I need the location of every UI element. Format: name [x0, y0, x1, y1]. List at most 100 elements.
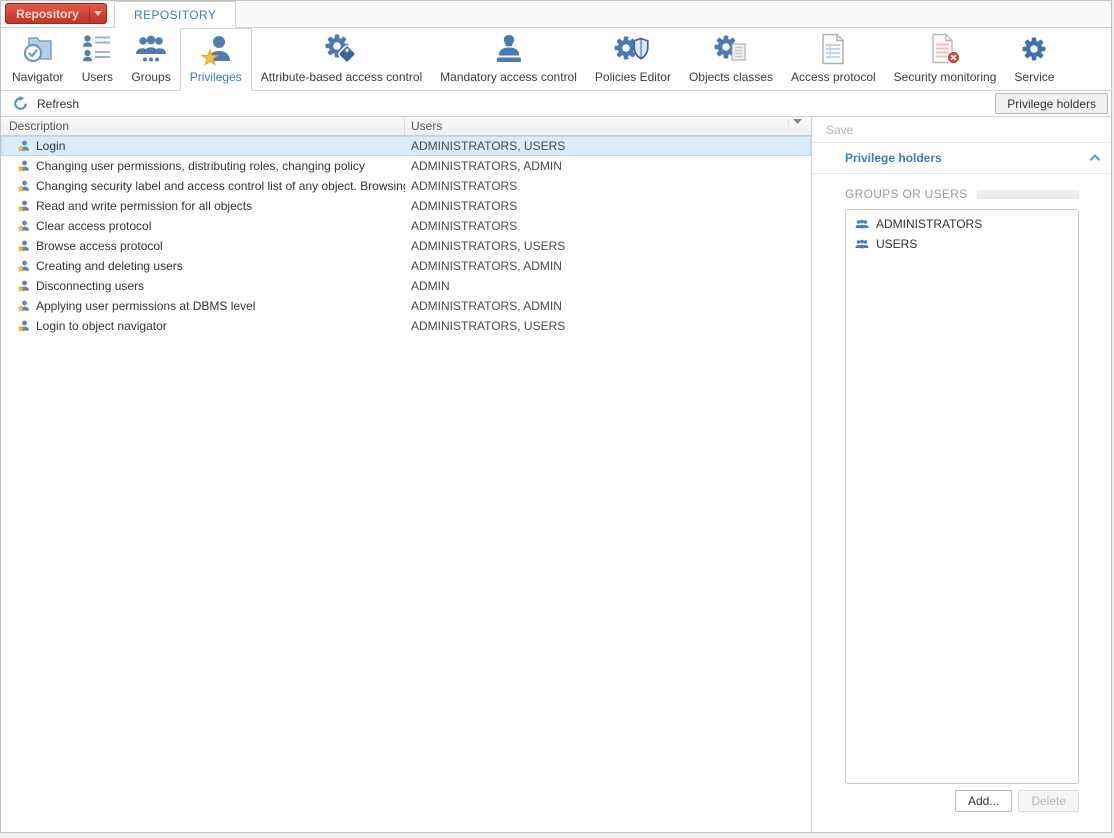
ribbon-item-label: Access protocol: [791, 70, 876, 84]
privilege-description: Clear access protocol: [36, 219, 151, 233]
chevron-up-icon: [1089, 154, 1101, 162]
group-icon: [855, 219, 869, 230]
privilege-description: Applying user permissions at DBMS level: [36, 299, 255, 313]
column-header-users-label: Users: [411, 119, 788, 133]
repository-menu-button[interactable]: Repository: [5, 3, 107, 24]
refresh-button[interactable]: Refresh: [9, 94, 83, 113]
privilege-icon: [17, 240, 30, 253]
save-button-label: Save: [826, 123, 853, 137]
ribbon-item-label: Mandatory access control: [440, 70, 577, 84]
main-content: Description Users Login ADMINISTRATORS, …: [1, 117, 1111, 833]
privilege-description: Login to object navigator: [36, 319, 167, 333]
ribbon-item-privileges[interactable]: Privileges: [180, 28, 252, 91]
application-window: Repository REPOSITORY Navigator: [0, 0, 1112, 833]
privilege-users: ADMINISTRATORS, USERS: [405, 139, 811, 153]
chevron-down-icon[interactable]: [89, 6, 106, 21]
table-row[interactable]: Read and write permission for all object…: [1, 196, 811, 216]
ribbon-item-label: Navigator: [12, 70, 63, 84]
privilege-users: ADMINISTRATORS, ADMIN: [405, 159, 811, 173]
members-listbox[interactable]: ADMINISTRATORS USERS: [845, 209, 1079, 784]
table-row[interactable]: Applying user permissions at DBMS level …: [1, 296, 811, 316]
users-column-menu-button[interactable]: [788, 119, 805, 124]
privilege-icon: [17, 260, 30, 273]
privilege-holders-section-header[interactable]: Privilege holders: [812, 143, 1111, 174]
privilege-icon: [17, 220, 30, 233]
ribbon-item-users[interactable]: Users: [72, 28, 122, 90]
section-divider-bar: [977, 190, 1079, 199]
ribbon-item-groups[interactable]: Groups: [122, 28, 179, 90]
privilege-users: ADMINISTRATORS: [405, 199, 811, 213]
privilege-holders-toggle-button[interactable]: Privilege holders: [995, 93, 1108, 114]
privilege-description: Changing security label and access contr…: [36, 179, 405, 193]
ribbon-item-navigator[interactable]: Navigator: [3, 28, 72, 90]
ribbon-item-label: Groups: [131, 70, 170, 84]
privilege-description: Changing user permissions, distributing …: [36, 159, 365, 173]
ribbon-item-label: Objects classes: [689, 70, 773, 84]
privilege-users: ADMINISTRATORS: [405, 219, 811, 233]
ribbon-item-mandatory-access-control[interactable]: Mandatory access control: [431, 28, 586, 90]
privilege-icon: [17, 200, 30, 213]
gear-icon: [1019, 32, 1049, 66]
privileges-person-star-icon: [200, 33, 232, 66]
ribbon-item-label: Security monitoring: [894, 70, 997, 84]
document-error-icon: [929, 32, 961, 66]
table-row[interactable]: Login to object navigator ADMINISTRATORS…: [1, 316, 811, 336]
group-icon: [855, 239, 869, 250]
groups-or-users-label: GROUPS OR USERS: [845, 187, 968, 201]
privileges-table: Description Users Login ADMINISTRATORS, …: [1, 117, 812, 833]
table-row[interactable]: Changing security label and access contr…: [1, 176, 811, 196]
document-table-icon: [819, 32, 847, 66]
ribbon-item-label: Attribute-based access control: [261, 70, 422, 84]
member-name: USERS: [876, 237, 917, 251]
column-header-users[interactable]: Users: [405, 117, 811, 135]
privilege-holders-panel: Save Privilege holders GROUPS OR USERS A…: [812, 117, 1111, 833]
repository-menu-label: Repository: [6, 7, 89, 21]
refresh-icon: [13, 96, 28, 111]
ribbon-item-service[interactable]: Service: [1005, 28, 1063, 90]
ribbon-item-label: Privileges: [190, 70, 242, 84]
save-button[interactable]: Save: [812, 117, 1111, 143]
privilege-icon: [17, 180, 30, 193]
table-row[interactable]: Creating and deleting users ADMINISTRATO…: [1, 256, 811, 276]
privilege-icon: [17, 140, 30, 153]
gear-document-icon: [714, 32, 748, 66]
panel-buttons-row: Add... Delete: [845, 790, 1079, 812]
privilege-holders-section-body: GROUPS OR USERS ADMINISTRATORS USERS Add…: [812, 174, 1111, 833]
member-name: ADMINISTRATORS: [876, 217, 982, 231]
ribbon-item-label: Service: [1014, 70, 1054, 84]
ribbon-item-security-monitoring[interactable]: Security monitoring: [885, 28, 1006, 90]
privilege-icon: [17, 300, 30, 313]
privilege-holders-toggle-label: Privilege holders: [1007, 97, 1096, 111]
ribbon-item-objects-classes[interactable]: Objects classes: [680, 28, 782, 90]
gear-tag-icon: [323, 32, 359, 66]
privilege-description: Login: [36, 139, 65, 153]
column-header-description[interactable]: Description: [1, 117, 405, 135]
list-item[interactable]: ADMINISTRATORS: [846, 214, 1078, 234]
privilege-users: ADMINISTRATORS, USERS: [405, 239, 811, 253]
ribbon-item-access-protocol[interactable]: Access protocol: [782, 28, 885, 90]
ribbon-toolbar: Navigator Users: [1, 28, 1111, 91]
privilege-icon: [17, 160, 30, 173]
ribbon-item-policies-editor[interactable]: Policies Editor: [586, 28, 680, 90]
table-row[interactable]: Login ADMINISTRATORS, USERS: [1, 136, 811, 156]
table-row[interactable]: Changing user permissions, distributing …: [1, 156, 811, 176]
stamp-icon: [492, 32, 526, 66]
list-item[interactable]: USERS: [846, 234, 1078, 254]
ribbon-item-label: Policies Editor: [595, 70, 671, 84]
privilege-description: Read and write permission for all object…: [36, 199, 252, 213]
groups-or-users-label-row: GROUPS OR USERS: [845, 187, 1079, 201]
users-list-icon: [81, 32, 113, 66]
privilege-icon: [17, 320, 30, 333]
add-button[interactable]: Add...: [955, 790, 1012, 812]
action-bar: Refresh Privilege holders: [1, 91, 1111, 117]
table-row[interactable]: Disconnecting users ADMIN: [1, 276, 811, 296]
privilege-users: ADMINISTRATORS, USERS: [405, 319, 811, 333]
gear-shield-icon: [614, 32, 652, 66]
delete-button[interactable]: Delete: [1018, 790, 1079, 812]
privilege-description: Browse access protocol: [36, 239, 163, 253]
tab-repository[interactable]: REPOSITORY: [114, 1, 236, 28]
table-row[interactable]: Browse access protocol ADMINISTRATORS, U…: [1, 236, 811, 256]
tab-strip: Repository REPOSITORY: [1, 1, 1111, 28]
table-row[interactable]: Clear access protocol ADMINISTRATORS: [1, 216, 811, 236]
ribbon-item-attribute-based-access-control[interactable]: Attribute-based access control: [252, 28, 431, 90]
